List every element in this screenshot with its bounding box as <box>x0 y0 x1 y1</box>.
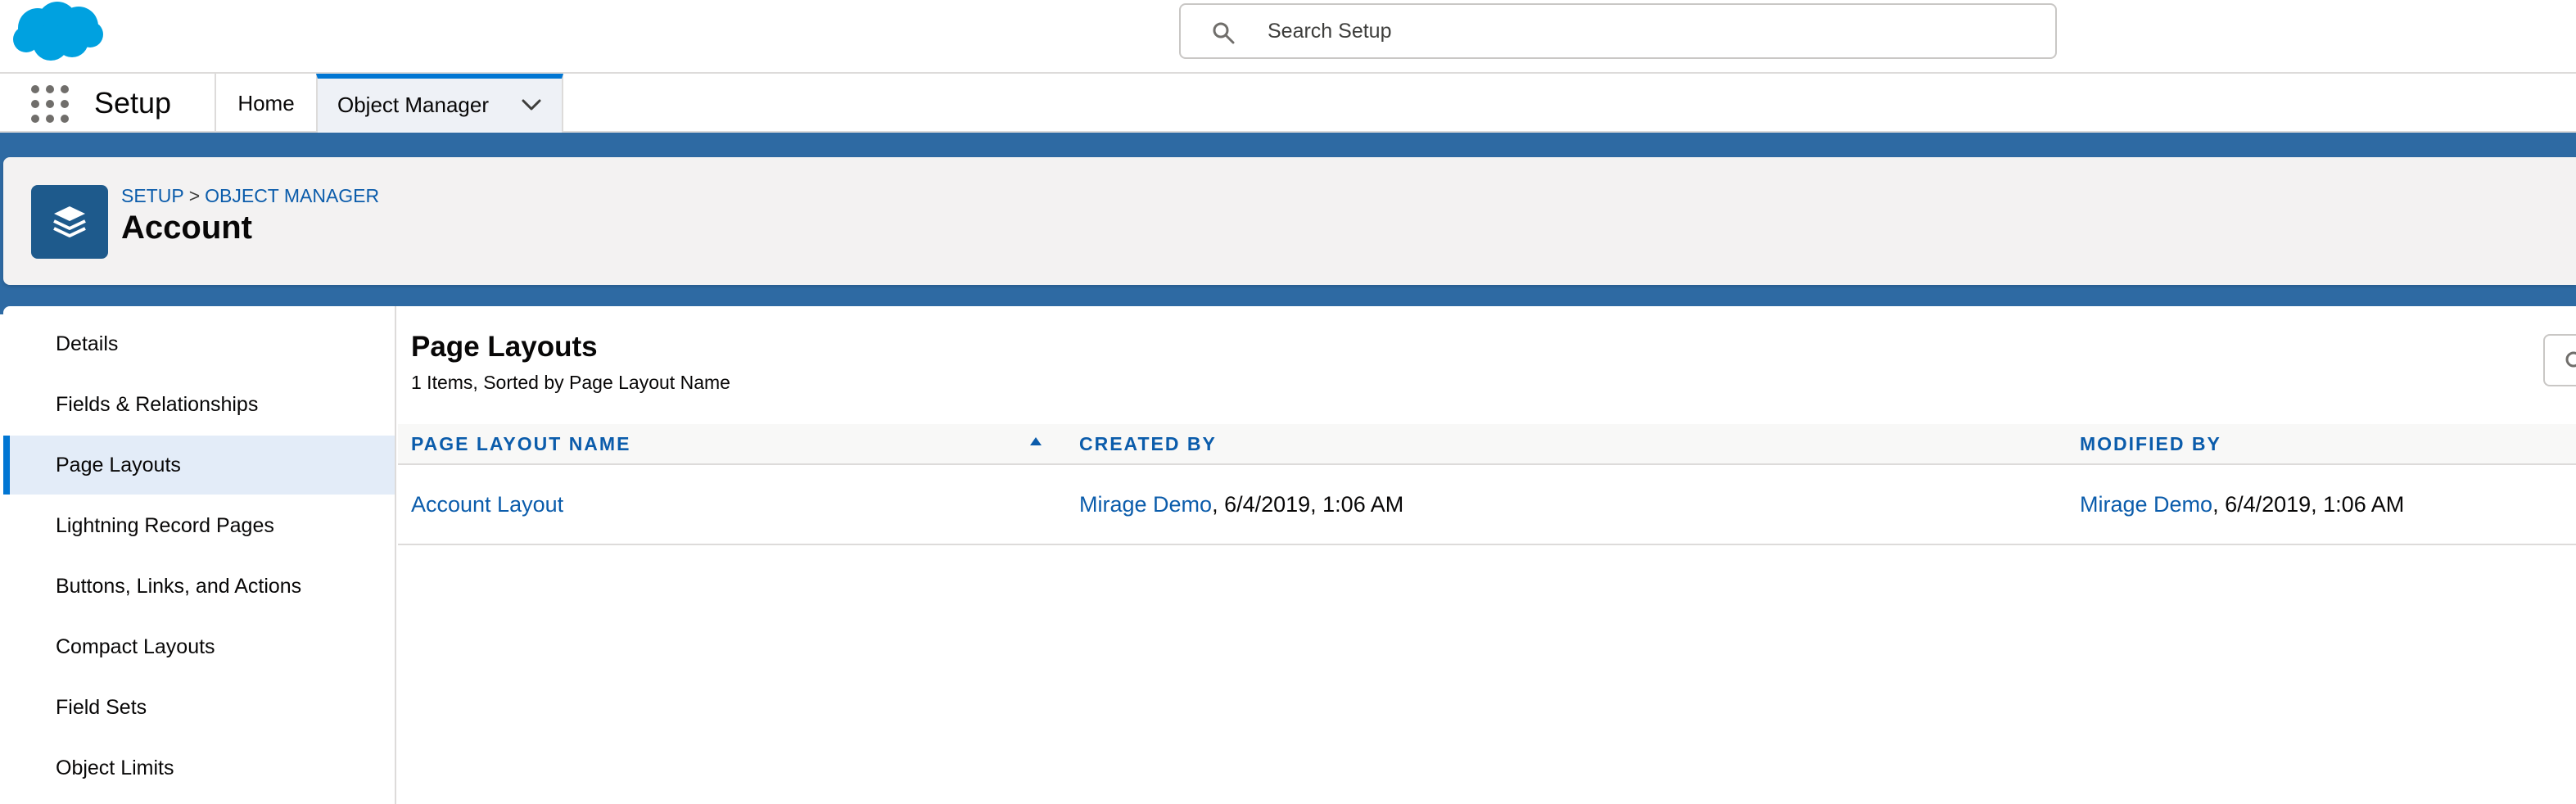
global-header: Search Setup <box>0 0 2576 74</box>
tab-object-manager[interactable]: Object Manager <box>316 74 563 133</box>
created-by-date: , 6/4/2019, 1:06 AM <box>1212 492 1404 517</box>
sidebar-item-page-layouts[interactable]: Page Layouts <box>3 436 395 495</box>
quick-find-input[interactable] <box>2543 334 2576 386</box>
page-layout-link[interactable]: Account Layout <box>411 465 563 544</box>
sidebar-item-details[interactable]: Details <box>3 314 395 373</box>
column-header-page-layout-name[interactable]: PAGE LAYOUT NAME <box>411 424 630 463</box>
section-subtitle: 1 Items, Sorted by Page Layout Name <box>411 372 730 393</box>
modified-by-cell: Mirage Demo, 6/4/2019, 1:06 AM <box>2080 465 2404 544</box>
search-icon <box>1213 22 1235 44</box>
search-icon <box>2565 351 2576 368</box>
tab-object-manager-label: Object Manager <box>337 93 489 117</box>
sidebar-item-lightning-record-pages[interactable]: Lightning Record Pages <box>3 496 395 555</box>
global-search-input[interactable]: Search Setup <box>1179 3 2057 59</box>
search-placeholder: Search Setup <box>1268 20 1392 43</box>
app-nav-bar: Setup Home Object Manager <box>0 74 2576 133</box>
page-header: SETUP > OBJECT MANAGER Account <box>3 157 2576 285</box>
sidebar-item-buttons-links-actions[interactable]: Buttons, Links, and Actions <box>3 557 395 616</box>
sidebar-item-compact-layouts[interactable]: Compact Layouts <box>3 617 395 676</box>
modified-by-date: , 6/4/2019, 1:06 AM <box>2212 492 2405 517</box>
sidebar-item-object-limits[interactable]: Object Limits <box>3 739 395 797</box>
breadcrumb: SETUP > OBJECT MANAGER <box>121 185 379 207</box>
main-panel: Page Layouts 1 Items, Sorted by Page Lay… <box>398 306 2576 804</box>
app-launcher-icon[interactable] <box>31 85 69 123</box>
table-header: PAGE LAYOUT NAME CREATED BY MODIFIED BY <box>398 424 2576 465</box>
page-title: Account <box>121 210 252 246</box>
object-sidebar: Details Fields & Relationships Page Layo… <box>3 306 396 804</box>
breadcrumb-setup[interactable]: SETUP <box>121 185 184 206</box>
created-by-cell: Mirage Demo, 6/4/2019, 1:06 AM <box>1079 465 1403 544</box>
breadcrumb-separator: > <box>188 185 201 206</box>
section-title: Page Layouts <box>411 331 598 363</box>
salesforce-logo-icon[interactable] <box>8 0 106 65</box>
modified-by-user-link[interactable]: Mirage Demo <box>2080 492 2212 517</box>
chevron-down-icon[interactable] <box>521 97 542 113</box>
table-row: Account Layout Mirage Demo, 6/4/2019, 1:… <box>398 465 2576 545</box>
sidebar-item-fields-relationships[interactable]: Fields & Relationships <box>3 375 395 434</box>
column-header-modified-by[interactable]: MODIFIED BY <box>2080 424 2221 463</box>
created-by-user-link[interactable]: Mirage Demo <box>1079 492 1212 517</box>
sidebar-item-field-sets[interactable]: Field Sets <box>3 678 395 737</box>
app-name: Setup <box>94 86 172 120</box>
tab-home[interactable]: Home <box>216 74 316 133</box>
layers-icon <box>31 185 108 259</box>
content-card: Details Fields & Relationships Page Layo… <box>3 306 2576 804</box>
sort-ascending-icon[interactable] <box>1030 437 1042 445</box>
breadcrumb-object-manager[interactable]: OBJECT MANAGER <box>205 185 379 206</box>
column-header-created-by[interactable]: CREATED BY <box>1079 424 1217 463</box>
